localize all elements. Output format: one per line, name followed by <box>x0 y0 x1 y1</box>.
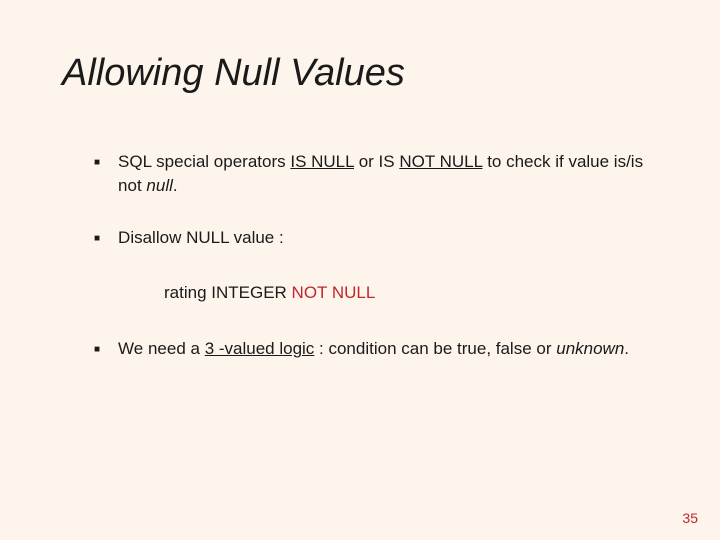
slide-title: Allowing Null Values <box>62 52 405 95</box>
text-fragment: : condition can be true, false or <box>314 339 556 358</box>
text-fragment: . <box>173 176 178 195</box>
text-italic: unknown <box>556 339 624 358</box>
slide: Allowing Null Values ■ SQL special opera… <box>0 0 720 540</box>
text-fragment: SQL special operators <box>118 152 290 171</box>
bullet-3-text: We need a 3 -valued logic : condition ca… <box>118 337 660 361</box>
text-underline: IS NULL <box>290 152 354 171</box>
code-red: NOT NULL <box>292 283 376 302</box>
text-fragment: . <box>624 339 629 358</box>
text-fragment: or IS <box>354 152 399 171</box>
bullet-marker-icon: ■ <box>94 232 100 246</box>
text-underline: 3 -valued logic <box>205 339 315 358</box>
bullet-marker-icon: ■ <box>94 156 100 170</box>
bullet-marker-icon: ■ <box>94 343 100 357</box>
bullet-3: ■ We need a 3 -valued logic : condition … <box>94 337 660 361</box>
text-underline: NOT NULL <box>399 152 482 171</box>
bullet-1-text: SQL special operators IS NULL or IS NOT … <box>118 150 660 198</box>
text-italic: null <box>146 176 172 195</box>
bullet-2: ■ Disallow NULL value : <box>94 226 660 250</box>
code-black: rating INTEGER <box>164 283 292 302</box>
page-number: 35 <box>682 510 698 526</box>
bullet-2-text: Disallow NULL value : <box>118 226 660 250</box>
code-line: rating INTEGER NOT NULL <box>164 283 660 303</box>
bullet-1: ■ SQL special operators IS NULL or IS NO… <box>94 150 660 198</box>
slide-body: ■ SQL special operators IS NULL or IS NO… <box>94 150 660 389</box>
text-fragment: We need a <box>118 339 205 358</box>
